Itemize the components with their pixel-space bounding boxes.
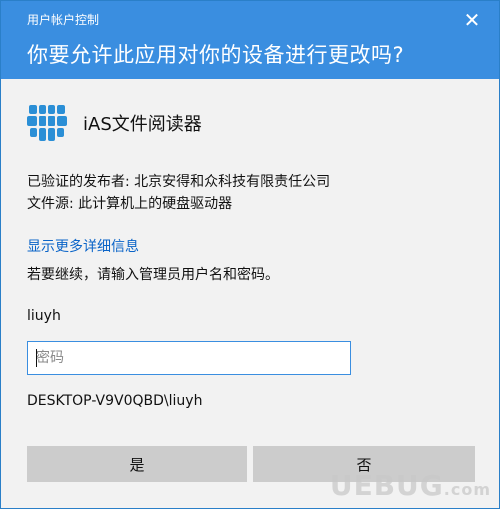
domain-user: DESKTOP-V9V0QBD\liuyh xyxy=(27,393,203,409)
watermark-text: UEBUG xyxy=(329,469,444,502)
dialog-header: 用户帐户控制 ✕ 你要允许此应用对你的设备进行更改吗? xyxy=(1,1,499,79)
yes-button[interactable]: 是 xyxy=(27,446,247,482)
window-caption: 用户帐户控制 xyxy=(27,13,100,27)
file-source: 文件源: 此计算机上的硬盘驱动器 xyxy=(27,196,233,212)
app-info: iAS文件阅读器 xyxy=(27,103,202,143)
text-caret xyxy=(36,349,37,367)
app-name: iAS文件阅读器 xyxy=(83,114,202,135)
verified-publisher: 已验证的发布者: 北京安得和众科技有限责任公司 xyxy=(27,174,331,190)
ias-app-icon xyxy=(27,105,67,141)
publisher-info: 已验证的发布者: 北京安得和众科技有限责任公司 文件源: 此计算机上的硬盘驱动器 xyxy=(27,171,330,215)
dialog-question: 你要允许此应用对你的设备进行更改吗? xyxy=(27,43,405,67)
username-label: liuyh xyxy=(27,308,61,324)
close-icon[interactable]: ✕ xyxy=(459,7,485,33)
watermark-suffix: .com xyxy=(443,480,491,499)
watermark-logo: UEBUG.com xyxy=(330,469,491,502)
show-more-details-link[interactable]: 显示更多详细信息 xyxy=(27,236,139,256)
password-input[interactable] xyxy=(27,341,351,375)
uac-dialog: 用户帐户控制 ✕ 你要允许此应用对你的设备进行更改吗? iAS文件阅读器 已验证… xyxy=(0,0,500,509)
credential-prompt: 若要继续，请输入管理员用户名和密码。 xyxy=(27,267,279,283)
